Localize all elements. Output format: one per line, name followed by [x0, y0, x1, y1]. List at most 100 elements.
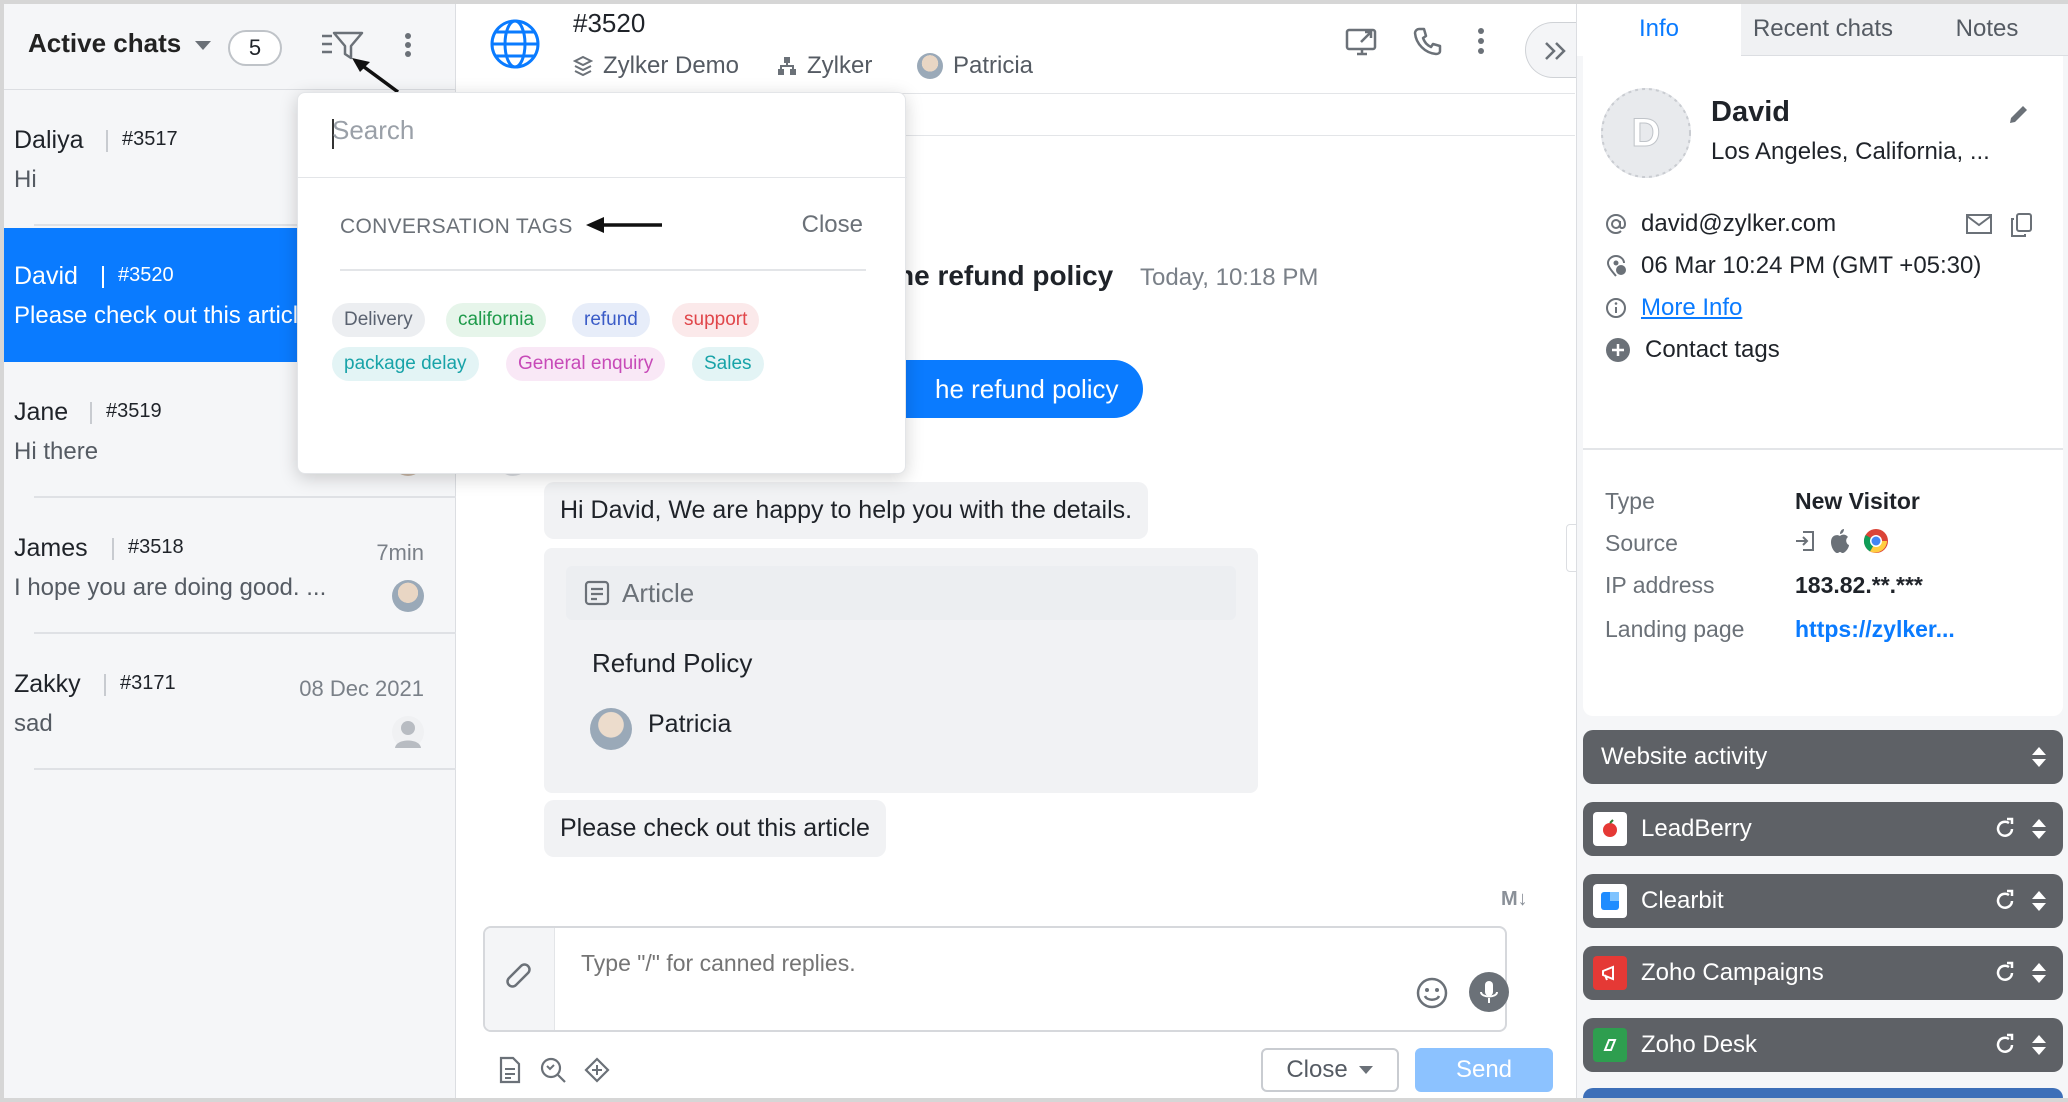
contact-email[interactable]: david@zylker.com: [1641, 210, 1836, 238]
close-tags-link[interactable]: Close: [802, 211, 863, 239]
refresh-icon[interactable]: [1993, 817, 2017, 841]
expand-panel-button[interactable]: [1525, 22, 1581, 78]
chat-time: 7min: [376, 540, 424, 565]
globe-icon: [489, 18, 541, 70]
refresh-icon[interactable]: [1993, 1033, 2017, 1057]
close-chat-button[interactable]: Close: [1261, 1048, 1399, 1092]
source-icons: [1793, 528, 1889, 554]
articles-icon[interactable]: [583, 1056, 611, 1084]
contact-tags-row[interactable]: Contact tags: [1605, 336, 1780, 364]
agent-avatar: [917, 53, 943, 79]
portal-info: Zylker Demo: [573, 52, 739, 80]
message-composer: [483, 926, 1509, 1032]
conversation-time: Today, 10:18 PM: [1140, 264, 1319, 291]
screen-share-icon[interactable]: [1345, 26, 1379, 56]
zoho-campaigns-logo-icon: [1593, 956, 1627, 990]
contact-location: Los Angeles, California, ...: [1711, 138, 1990, 165]
contact-tags-label: Contact tags: [1645, 336, 1780, 363]
chat-visitor-name: Jane: [14, 398, 69, 426]
extension-label: Clearbit: [1641, 887, 1724, 914]
tag-delivery[interactable]: Delivery: [332, 303, 425, 337]
document-icon[interactable]: [497, 1056, 523, 1084]
agent-info: Patricia: [917, 52, 1033, 80]
separator: [112, 538, 114, 560]
mail-icon[interactable]: [1965, 212, 1993, 236]
article-card[interactable]: Article Refund Policy Patricia: [544, 548, 1258, 793]
composer-tools: [497, 1056, 611, 1084]
zoho-desk-logo-icon: [1593, 1028, 1627, 1062]
copy-icon[interactable]: [2009, 212, 2033, 238]
chevron-down-icon[interactable]: [194, 40, 212, 52]
landing-page-key: Landing page: [1605, 616, 1745, 642]
edit-icon[interactable]: [2007, 102, 2031, 126]
sort-arrows-icon[interactable]: [2031, 745, 2047, 769]
chat-id: #3517: [122, 128, 178, 150]
visitor-message-bubble: he refund policy: [877, 360, 1143, 418]
zoho-campaigns-bar[interactable]: Zoho Campaigns: [1583, 946, 2063, 1000]
attach-button[interactable]: [485, 928, 555, 1030]
more-info-link[interactable]: More Info: [1641, 294, 1742, 322]
agent-message-bubble: Please check out this article: [544, 800, 886, 857]
chat-visitor-name: Daliya: [14, 126, 84, 154]
chevron-down-icon: [1358, 1066, 1373, 1074]
tag-california[interactable]: california: [446, 303, 547, 337]
microphone-button[interactable]: [1469, 972, 1509, 1012]
zoho-desk-bar[interactable]: Zoho Desk: [1583, 1018, 2063, 1072]
phone-icon[interactable]: [1413, 26, 1443, 56]
sort-arrows-icon[interactable]: [2031, 817, 2047, 841]
canned-response-search-icon[interactable]: [539, 1056, 567, 1084]
layers-icon: [573, 55, 593, 77]
chat-id: #3520: [118, 264, 174, 286]
markdown-icon[interactable]: M↓: [1501, 888, 1528, 911]
sort-arrows-icon[interactable]: [2031, 889, 2047, 913]
filter-popup: CONVERSATION TAGS Close Delivery califor…: [297, 92, 907, 474]
location-clock-icon: [1606, 254, 1626, 277]
leadberry-bar[interactable]: LeadBerry: [1583, 802, 2063, 856]
sort-arrows-icon[interactable]: [2031, 961, 2047, 985]
tag-search-input[interactable]: [332, 115, 872, 146]
tab-recent-chats[interactable]: Recent chats: [1741, 4, 1905, 56]
refresh-icon[interactable]: [1993, 889, 2017, 913]
more-options-icon[interactable]: [404, 32, 412, 58]
tag-support[interactable]: support: [672, 303, 760, 337]
website-activity-bar[interactable]: Website activity: [1583, 730, 2063, 784]
separator: [104, 674, 106, 696]
type-value: New Visitor: [1795, 488, 1920, 514]
department-icon: [778, 57, 796, 75]
chat-visitor-name: David: [14, 262, 78, 290]
tab-info[interactable]: Info: [1577, 4, 1741, 56]
login-icon: [1796, 531, 1814, 551]
article-title[interactable]: Refund Policy: [592, 648, 752, 679]
tag-general-enquiry[interactable]: General enquiry: [506, 347, 666, 381]
refresh-icon[interactable]: [1993, 961, 2017, 985]
message-input[interactable]: [581, 950, 1341, 977]
send-button[interactable]: Send: [1415, 1048, 1553, 1092]
contact-avatar: D: [1601, 88, 1691, 178]
clearbit-bar[interactable]: Clearbit: [1583, 874, 2063, 928]
contact-card: D David Los Angeles, California, ... dav…: [1583, 56, 2063, 716]
divider: [1583, 448, 2063, 450]
landing-page-link[interactable]: https://zylker...: [1795, 616, 1955, 643]
annotation-arrow-icon: [352, 58, 400, 94]
active-chats-title[interactable]: Active chats: [28, 28, 181, 59]
default-user-icon: [392, 716, 424, 748]
tag-package-delay[interactable]: package delay: [332, 347, 479, 381]
extension-bar-partial: [1583, 1088, 2063, 1098]
chat-id: #3519: [106, 400, 162, 422]
more-options-icon[interactable]: [1477, 26, 1485, 56]
article-icon: [584, 580, 610, 606]
department-info: Zylker: [777, 52, 872, 80]
agent-message-bubble: Hi David, We are happy to help you with …: [544, 482, 1149, 539]
info-icon: [1606, 298, 1626, 318]
chat-list-item[interactable]: James #3518 7min I hope you are doing go…: [4, 500, 456, 634]
chat-last-message: I hope you are doing good. ...: [14, 574, 327, 601]
divider: [34, 768, 456, 770]
chat-list-item[interactable]: Zakky #3171 08 Dec 2021 sad: [4, 636, 456, 770]
tag-sales[interactable]: Sales: [692, 347, 764, 381]
sort-arrows-icon[interactable]: [2031, 1033, 2047, 1057]
tag-refund[interactable]: refund: [572, 303, 650, 337]
emoji-icon[interactable]: [1415, 976, 1449, 1010]
email-actions: [1965, 212, 2033, 238]
divider: [34, 632, 456, 634]
tab-notes[interactable]: Notes: [1905, 4, 2068, 56]
